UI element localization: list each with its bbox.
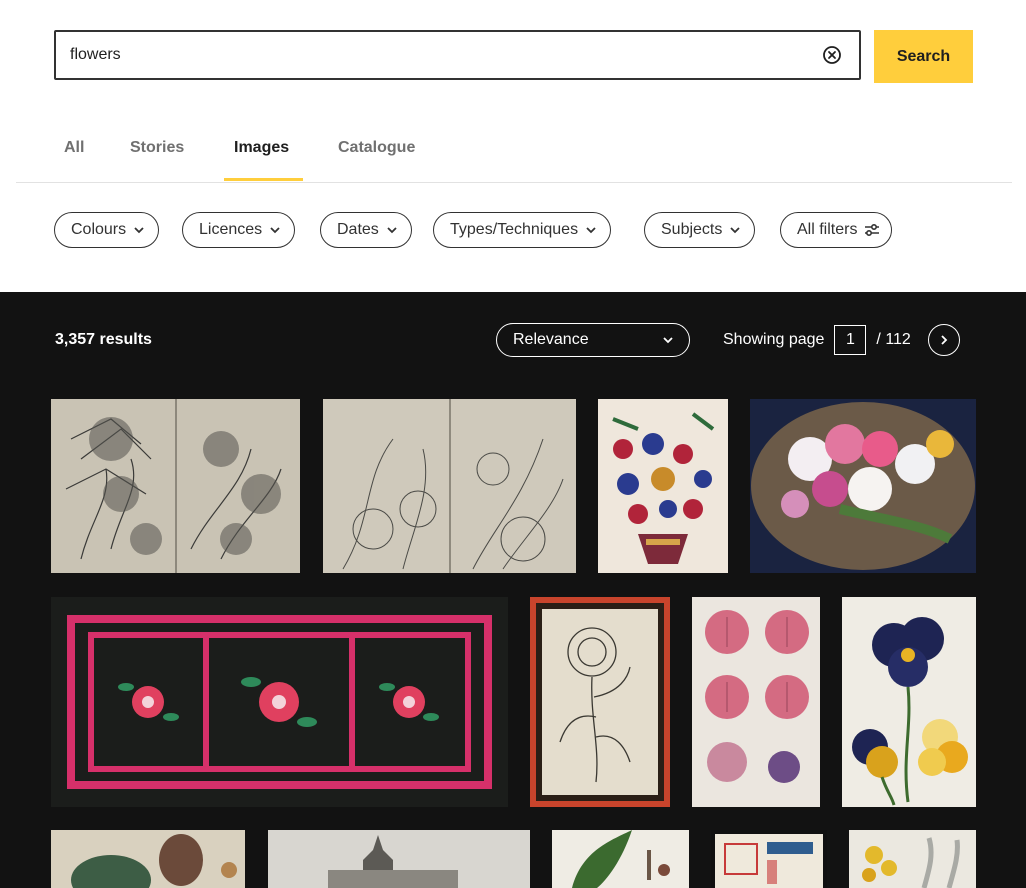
image-result-framed-flower-engraving[interactable] [530, 597, 670, 807]
image-result-pink-petals-plate[interactable] [692, 597, 820, 807]
image-result-building-engraving[interactable] [268, 830, 530, 888]
image-result-fruit-study[interactable] [51, 830, 245, 888]
search-box [54, 30, 861, 80]
filter-label: Colours [71, 221, 127, 238]
filter-label: Licences [199, 221, 263, 238]
chevron-down-icon [586, 227, 596, 234]
image-result-botanical-sketch-spread[interactable] [323, 399, 576, 573]
chevron-down-icon [134, 227, 144, 234]
image-result-leaf-plate[interactable] [552, 830, 689, 888]
total-pages: / 112 [876, 331, 911, 348]
image-result-chinese-label[interactable] [711, 830, 827, 888]
sliders-icon [865, 223, 880, 237]
pagination: Showing page / 112 [723, 322, 960, 358]
tab-stories[interactable]: Stories [130, 126, 184, 182]
tab-images[interactable]: Images [234, 126, 289, 182]
filter-types-techniques[interactable]: Types/Techniques [433, 212, 612, 248]
all-filters-label: All filters [797, 221, 858, 238]
filter-licences[interactable]: Licences [182, 212, 296, 248]
chevron-right-icon [941, 335, 948, 345]
filter-label: Subjects [661, 221, 723, 238]
filter-dates[interactable]: Dates [320, 212, 412, 248]
sort-select-label: Relevance [513, 331, 589, 348]
clear-icon[interactable] [821, 44, 843, 66]
image-result-painted-panel[interactable] [51, 597, 508, 807]
showing-page-label: Showing page [723, 331, 825, 348]
image-result-botanical-book-spread[interactable] [51, 399, 300, 573]
results-count: 3,357 results [55, 331, 152, 348]
filter-label: Types/Techniques [450, 221, 579, 238]
filter-subjects[interactable]: Subjects [644, 212, 756, 248]
chevron-down-icon [387, 227, 397, 234]
search-tabs: All Stories Images Catalogue [0, 126, 1026, 184]
chevron-down-icon [730, 227, 741, 234]
image-result-flower-vase-painting[interactable] [598, 399, 728, 573]
search-button[interactable]: Search [874, 30, 973, 83]
filter-colours[interactable]: Colours [54, 212, 160, 248]
next-page-button[interactable] [927, 324, 960, 356]
tab-catalogue[interactable]: Catalogue [338, 126, 415, 182]
image-result-pansy-illustration[interactable] [842, 597, 976, 807]
page-number-input[interactable] [834, 325, 867, 355]
all-filters-button[interactable]: All filters [780, 212, 893, 248]
filter-label: Dates [337, 221, 379, 238]
image-result-yellow-flower-plate[interactable] [849, 830, 976, 888]
tab-all[interactable]: All [64, 126, 84, 182]
image-result-floral-oval-painting[interactable] [750, 399, 976, 573]
chevron-down-icon [270, 227, 280, 234]
search-input[interactable] [56, 32, 821, 78]
tabs-divider [16, 182, 1012, 183]
chevron-down-icon [663, 337, 673, 344]
results-section: 3,357 results Relevance Showing page / 1… [0, 292, 1026, 888]
sort-select[interactable]: Relevance [496, 323, 690, 357]
active-tab-indicator [224, 178, 303, 181]
